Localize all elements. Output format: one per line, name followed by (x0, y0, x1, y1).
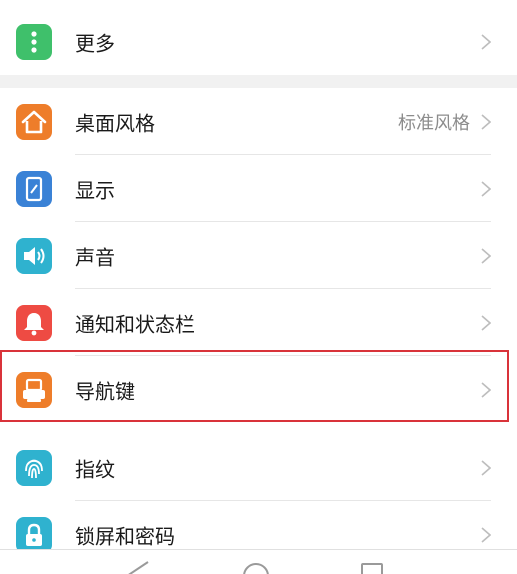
settings-item-nav-keys[interactable]: 导航键 (0, 356, 517, 423)
display-icon (16, 170, 52, 207)
settings-item-fingerprint[interactable]: 指纹 (0, 434, 517, 501)
chevron-right-icon (481, 459, 491, 476)
settings-item-label: 锁屏和密码 (75, 524, 175, 548)
settings-item-sound[interactable]: 声音 (0, 222, 517, 289)
settings-group-main: 桌面风格 标准风格 显示 声音 通知和状态栏 导航键 指纹 锁屏和密码 (0, 88, 517, 553)
chevron-right-icon (481, 247, 491, 264)
settings-item-label: 桌面风格 (75, 111, 155, 135)
chevron-right-icon (481, 314, 491, 331)
nav-key-icon (16, 371, 52, 408)
settings-item-label: 显示 (75, 178, 115, 202)
settings-group-top: 更多 (0, 0, 517, 75)
more-dots-icon (16, 23, 52, 60)
lock-icon (16, 516, 52, 553)
settings-item-desktop-style[interactable]: 桌面风格 标准风格 (0, 88, 517, 155)
chevron-right-icon (481, 113, 491, 130)
settings-item-label: 声音 (75, 245, 115, 269)
settings-item-notifications[interactable]: 通知和状态栏 (0, 289, 517, 356)
settings-item-label: 指纹 (75, 457, 115, 481)
settings-item-label: 通知和状态栏 (75, 312, 195, 336)
speaker-icon (16, 237, 52, 274)
home-icon (16, 103, 52, 140)
settings-item-display[interactable]: 显示 (0, 155, 517, 222)
settings-item-label: 更多 (75, 31, 115, 55)
settings-item-more[interactable]: 更多 (0, 8, 517, 75)
chevron-right-icon (481, 180, 491, 197)
chevron-right-icon (481, 33, 491, 50)
recents-square-icon[interactable] (361, 563, 383, 574)
chevron-right-icon (481, 381, 491, 398)
fingerprint-icon (16, 449, 52, 486)
settings-item-value: 标准风格 (398, 112, 470, 134)
bell-icon (16, 304, 52, 341)
home-circle-icon[interactable] (243, 563, 269, 574)
chevron-right-icon (481, 526, 491, 543)
settings-item-label: 导航键 (75, 379, 135, 403)
back-icon[interactable] (128, 561, 149, 574)
settings-screen: 更多 桌面风格 标准风格 显示 声音 通知和状态栏 导航键 指纹 锁屏和密码 (0, 0, 517, 574)
system-nav-bar (0, 549, 517, 574)
